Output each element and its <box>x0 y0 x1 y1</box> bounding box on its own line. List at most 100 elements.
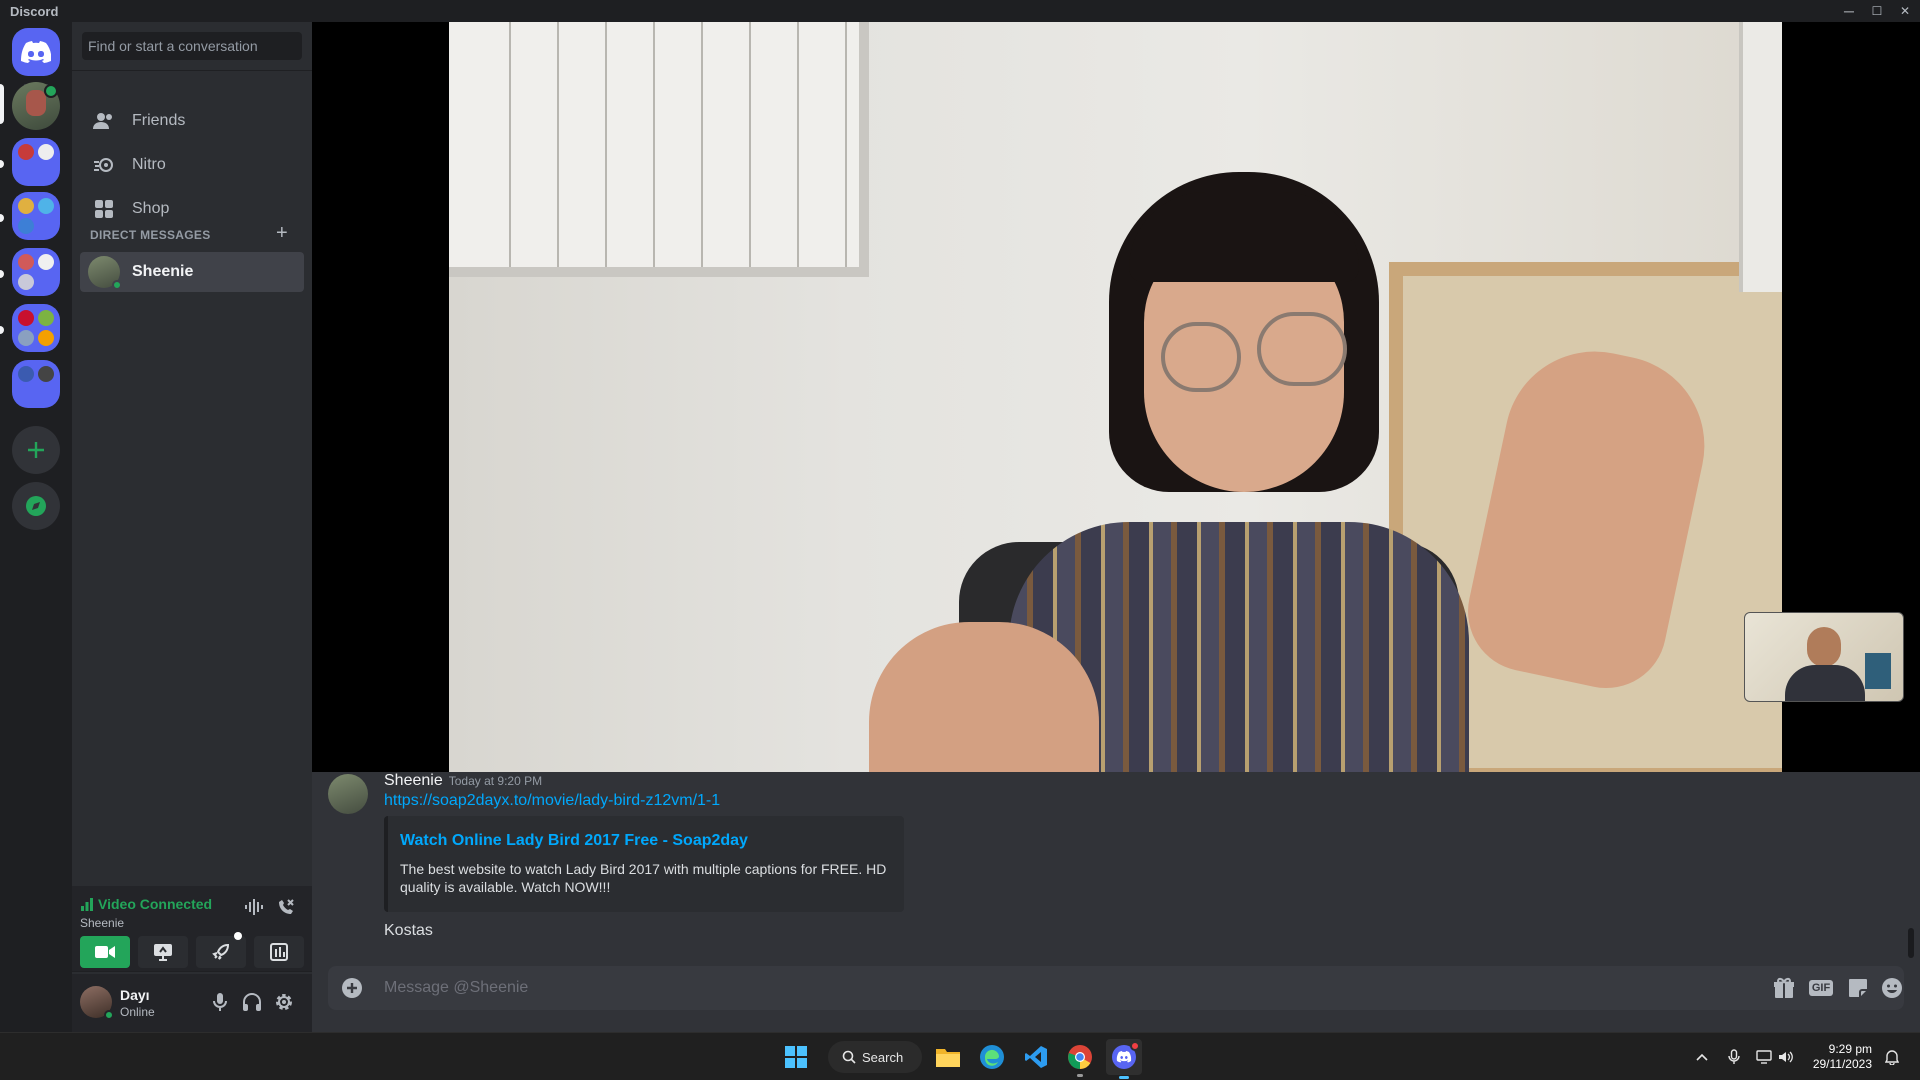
message-author-avatar[interactable] <box>328 774 368 814</box>
discord-unread-badge <box>1130 1041 1140 1051</box>
dm-item-name: Sheenie <box>132 263 194 280</box>
system-clock[interactable]: 9:29 pm 29/11/2023 <box>1796 1042 1872 1072</box>
message-timestamp: Today at 9:20 PM <box>448 774 543 788</box>
soundboard-icon <box>270 943 288 961</box>
search-input[interactable]: Find or start a conversation <box>82 32 302 60</box>
chrome-icon[interactable] <box>1062 1039 1098 1077</box>
screen-share-icon <box>154 944 172 961</box>
dm-section-header: DIRECT MESSAGES <box>90 228 211 242</box>
discord-logo-icon <box>21 41 51 63</box>
vscode-icon[interactable] <box>1018 1039 1054 1075</box>
divider <box>72 70 312 71</box>
maximize-button[interactable]: ☐ <box>1862 1 1892 21</box>
rocket-icon <box>212 943 230 960</box>
embed-description: The best website to watch Lady Bird 2017… <box>400 861 887 895</box>
app-title: Discord <box>10 4 59 19</box>
avatar <box>88 256 122 290</box>
message-text: Kostas <box>384 922 433 939</box>
nav-nitro-label: Nitro <box>132 156 166 173</box>
tray-microphone-icon[interactable] <box>1724 1047 1744 1067</box>
message-input[interactable] <box>384 966 1684 1010</box>
add-server-button[interactable] <box>12 426 60 474</box>
gif-label: GIF <box>1808 980 1834 996</box>
taskbar-search[interactable]: Search <box>828 1041 922 1073</box>
edge-browser-icon[interactable] <box>974 1039 1010 1075</box>
server-folder-2[interactable] <box>12 192 60 240</box>
discord-home-button[interactable] <box>12 28 60 76</box>
voice-connection-panel: Video Connected Sheenie <box>72 886 312 972</box>
dm-sidebar: Find or start a conversation Friends Nit… <box>72 22 312 1032</box>
message-author[interactable]: Sheenie Today at 9:20 PM <box>384 772 542 790</box>
disconnect-icon[interactable] <box>276 898 296 921</box>
unread-pill <box>0 160 4 168</box>
file-explorer-icon[interactable] <box>930 1039 966 1075</box>
nav-shop-label: Shop <box>132 200 170 217</box>
unread-pill <box>0 270 4 278</box>
embed-title[interactable]: Watch Online Lady Bird 2017 Free - Soap2… <box>400 832 892 850</box>
microphone-icon[interactable] <box>212 992 228 1017</box>
server-rail <box>0 22 72 1032</box>
explore-servers-button[interactable] <box>12 482 60 530</box>
unread-pill <box>0 214 4 222</box>
video-call-area <box>312 22 1920 772</box>
soundboard-button[interactable] <box>254 936 304 968</box>
message-composer: GIF <box>328 966 1904 1010</box>
active-pill <box>0 84 4 124</box>
notification-bell-icon[interactable] <box>1882 1047 1902 1067</box>
chat-scrollbar[interactable] <box>1908 928 1914 958</box>
chat-messages: Sheenie Today at 9:20 PM https://soap2day… <box>312 772 1920 972</box>
network-icon[interactable] <box>1754 1047 1774 1067</box>
minimize-button[interactable]: ─ <box>1834 1 1864 21</box>
taskbar-search-label: Search <box>862 1049 904 1065</box>
screen-share-button[interactable] <box>138 936 188 968</box>
voice-status-label: Video Connected <box>98 896 213 912</box>
signal-icon <box>81 898 93 911</box>
headphones-icon[interactable] <box>242 992 262 1017</box>
main-content: Sheenie Today at 9:20 PM https://soap2day… <box>312 22 1920 1032</box>
self-video-preview[interactable] <box>1744 612 1904 702</box>
settings-gear-icon[interactable] <box>274 992 294 1017</box>
server-folder-1[interactable] <box>12 138 60 186</box>
username: Dayı <box>120 987 150 1003</box>
close-button[interactable]: ✕ <box>1890 1 1920 21</box>
user-status: Online <box>120 1005 155 1019</box>
create-dm-button[interactable]: + <box>276 222 288 245</box>
server-folder-4[interactable] <box>12 304 60 352</box>
volume-icon[interactable] <box>1776 1047 1796 1067</box>
friends-icon <box>92 109 116 133</box>
voice-channel-name: Sheenie <box>80 916 125 930</box>
message-author-name[interactable]: Sheenie <box>384 772 443 789</box>
emoji-icon[interactable] <box>1880 976 1904 1000</box>
windows-logo-icon <box>785 1046 807 1068</box>
gif-button[interactable]: GIF <box>1808 976 1834 1000</box>
video-camera-icon <box>95 946 115 958</box>
sticker-icon[interactable] <box>1846 976 1870 1000</box>
noise-suppression-icon[interactable] <box>244 898 264 921</box>
nav-nitro[interactable]: Nitro <box>80 144 304 186</box>
camera-button[interactable] <box>80 936 130 968</box>
activities-button[interactable] <box>196 932 246 968</box>
upload-plus-icon[interactable] <box>340 976 364 1000</box>
notification-badge <box>44 84 58 98</box>
server-folder-5[interactable] <box>12 360 60 408</box>
tray-overflow-chevron-icon[interactable] <box>1692 1047 1712 1067</box>
user-panel: Dayı Online <box>72 974 312 1032</box>
windows-taskbar: Search 9:29 pm 29/11/2023 <box>0 1032 1920 1080</box>
message-link[interactable]: https://soap2dayx.to/movie/lady-bird-z12… <box>384 792 720 810</box>
title-bar: Discord ─ ☐ ✕ <box>0 0 1920 22</box>
dm-item-sheenie[interactable]: Sheenie <box>80 252 304 292</box>
gift-icon[interactable] <box>1772 976 1796 1000</box>
discord-taskbar-icon[interactable] <box>1106 1039 1142 1079</box>
new-badge-dot <box>234 932 242 940</box>
online-status-dot <box>104 1010 114 1020</box>
shop-icon <box>92 197 116 221</box>
nav-friends[interactable]: Friends <box>80 100 304 142</box>
plus-icon <box>28 442 44 458</box>
nav-shop[interactable]: Shop <box>80 188 304 230</box>
start-button[interactable] <box>778 1039 814 1075</box>
avatar[interactable] <box>80 986 114 1020</box>
remote-video-feed[interactable] <box>449 22 1782 772</box>
server-folder-3[interactable] <box>12 248 60 296</box>
search-icon <box>842 1050 856 1064</box>
clock-time: 9:29 pm <box>1828 1042 1872 1056</box>
